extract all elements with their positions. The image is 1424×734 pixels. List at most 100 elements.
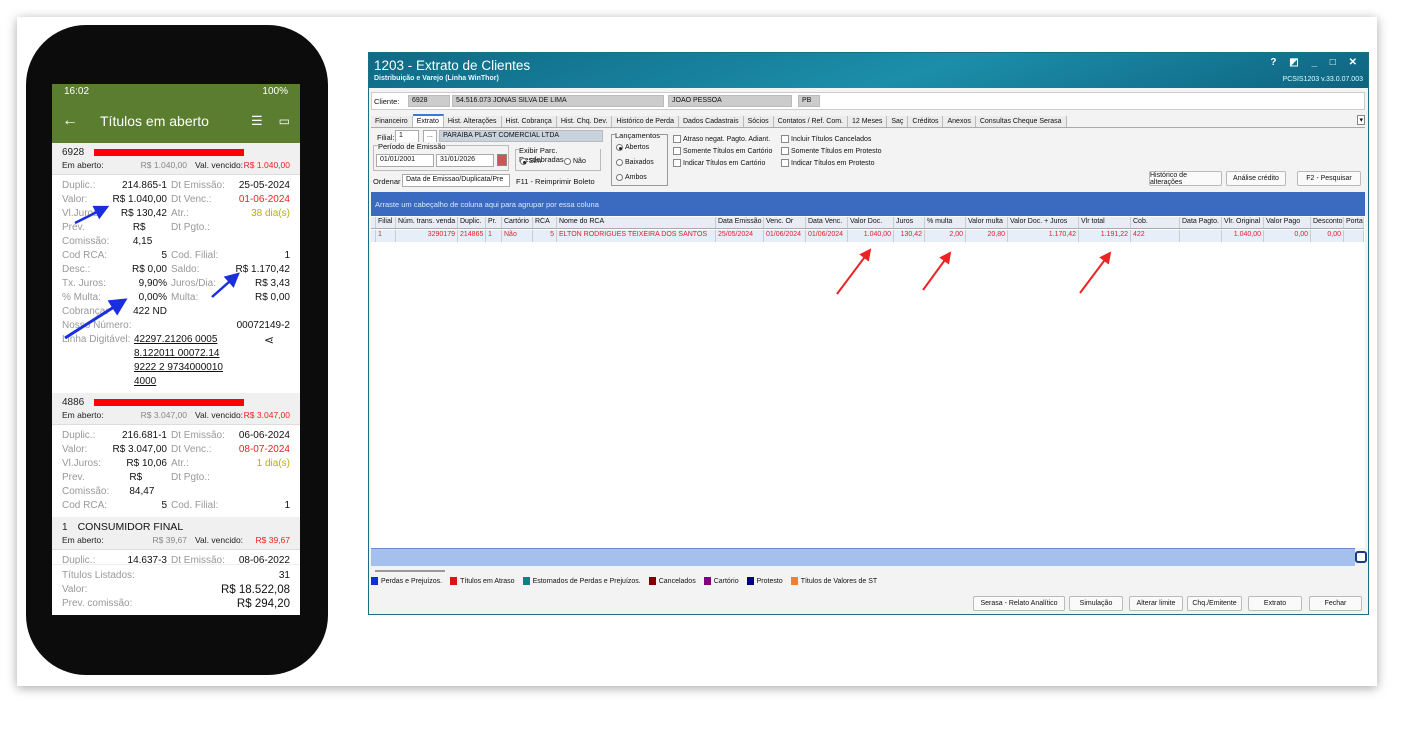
option-checkbox[interactable]: Atraso negat. Pagto. Adiant. — [673, 135, 770, 143]
window-controls[interactable]: ? ◩ _ □ ✕ — [1270, 57, 1362, 68]
periodo-label: Período de Emissão — [378, 142, 446, 151]
column-header[interactable]: Cob. — [1131, 217, 1180, 228]
option-checkbox[interactable]: Somente Títulos em Protesto — [781, 147, 882, 155]
grid-footer — [371, 548, 1355, 566]
group-totals: Em aberto: R$ 1.040,00 Val. vencido: R$ 1.0… — [62, 160, 290, 170]
field-value: 00072149-2 — [236, 320, 290, 331]
tab-13[interactable]: Consultas Cheque Serasa — [975, 116, 1067, 127]
top-button-0[interactable]: Histórico de alterações — [1149, 171, 1222, 186]
detail-right: Multa: R$ 0,00 — [167, 291, 290, 305]
checkbox-icon — [781, 147, 789, 155]
label-icon[interactable]: ▭ — [279, 114, 290, 128]
column-header[interactable]: Data Venc. — [806, 217, 848, 228]
data-grid[interactable]: Filial Núm. trans. venda Duplic. Pr. Cartóri… — [371, 216, 1365, 548]
option-checkbox[interactable]: Incluir Títulos Cancelados — [781, 135, 871, 143]
field-label: Nosso Número: — [62, 320, 132, 331]
bottom-button-1[interactable]: Simulação — [1069, 596, 1123, 611]
bottom-button-2[interactable]: Alterar limite — [1129, 596, 1183, 611]
calendar-icon[interactable] — [497, 154, 507, 166]
due-label: Val. vencido: — [195, 410, 244, 420]
column-header[interactable]: Valor Doc. + Juros — [1008, 217, 1079, 228]
client-uf: PB — [798, 95, 820, 107]
option-checkbox[interactable]: Indicar Títulos em Protesto — [781, 159, 875, 167]
bottom-button-5[interactable]: Fechar — [1309, 596, 1362, 611]
tab-overflow-dropdown[interactable]: ▾ — [1357, 115, 1365, 125]
tab-8[interactable]: Contatos / Ref. Com. — [773, 116, 848, 127]
option-checkbox[interactable]: Indicar Títulos em Cartório — [673, 159, 765, 167]
filial-name: PARAIBA PLAST COMERCIAL LTDA — [439, 130, 603, 142]
tab-9[interactable]: 12 Meses — [847, 116, 888, 127]
column-header[interactable]: Valor Doc. — [848, 217, 894, 228]
column-header[interactable]: Duplic. — [458, 217, 486, 228]
column-header[interactable]: Data Emissão — [716, 217, 764, 228]
bottom-button-4[interactable]: Extrato — [1248, 596, 1302, 611]
group-header[interactable]: 6928 Em aberto: R$ 1.040,00 Val. vencido: R$… — [52, 143, 300, 175]
bottom-button-0[interactable]: Serasa - Relato Analítico — [973, 596, 1065, 611]
group-header[interactable]: 4886 Em aberto: R$ 3.047,00 Val. vencido: R$… — [52, 393, 300, 425]
share-icon[interactable]: ⋖ — [264, 333, 274, 389]
column-header[interactable]: Núm. trans. venda — [396, 217, 458, 228]
column-header[interactable]: RCA — [533, 217, 557, 228]
option-checkbox[interactable]: Somente Títulos em Cartório — [673, 147, 772, 155]
tab-12[interactable]: Anexos — [943, 116, 976, 127]
group-header[interactable]: 1 CONSUMIDOR FINAL Em aberto: R$ 39,67 Val. … — [52, 517, 300, 550]
exibir-nao-radio[interactable]: Não — [564, 158, 586, 165]
detail-row: Desc.: R$ 0,00 Saldo: R$ 1.170,42 — [62, 263, 290, 277]
column-header[interactable]: Valor multa — [966, 217, 1008, 228]
tab-7[interactable]: Sócios — [743, 116, 774, 127]
titles-list[interactable]: 6928 Em aberto: R$ 1.040,00 Val. vencido: R$… — [52, 143, 300, 572]
legend-item: Cartório — [703, 577, 739, 585]
table-row[interactable]: 1 3290179 214865 1 Não 5 ELTON RODRIGUES TEIXE… — [371, 230, 1364, 242]
column-header[interactable]: Filial — [376, 217, 396, 228]
detail-left: % Multa: 0,00% — [62, 291, 167, 305]
column-header[interactable]: Vlr. Original — [1222, 217, 1264, 228]
back-arrow-icon[interactable]: ← — [62, 112, 78, 130]
field-label: Valor: — [62, 444, 88, 455]
lancamento-radio[interactable]: Abertos — [616, 144, 649, 151]
column-header[interactable]: Venc. Or — [764, 217, 806, 228]
column-header[interactable]: Vlr total — [1079, 217, 1131, 228]
column-header[interactable]: Data Pagto. — [1180, 217, 1222, 228]
grid-toggle-icon[interactable] — [1355, 551, 1367, 563]
tab-2[interactable]: Hist. Alterações — [443, 116, 502, 127]
tab-0[interactable]: Financeiro — [371, 116, 413, 127]
detail-left: Cod RCA: 5 — [62, 249, 167, 263]
tab-10[interactable]: Saç — [887, 116, 909, 127]
column-header[interactable]: % multa — [925, 217, 966, 228]
date-from-input[interactable]: 01/01/2001 — [376, 154, 434, 167]
column-header[interactable]: Desconto — [1311, 217, 1344, 228]
lancamento-radio[interactable]: Ambos — [616, 174, 647, 181]
checkbox-label: Incluir Títulos Cancelados — [791, 135, 872, 143]
column-header[interactable]: Juros — [894, 217, 925, 228]
column-header[interactable]: Pr. — [486, 217, 502, 228]
title-card[interactable]: Duplic.: 216.681-1 Dt Emissão: 06-06-2024 Va… — [52, 425, 300, 517]
exibir-sim-radio[interactable]: Sim — [520, 158, 541, 165]
column-header[interactable]: Porta — [1344, 217, 1364, 228]
column-header[interactable]: Nome do RCA — [557, 217, 716, 228]
legend-swatch — [648, 577, 656, 585]
tab-3[interactable]: Hist. Cobrança — [501, 116, 557, 127]
horizontal-scrollbar[interactable] — [375, 570, 445, 572]
bottom-button-3[interactable]: Chq./Emitente — [1187, 596, 1242, 611]
tab-11[interactable]: Créditos — [908, 116, 944, 127]
linha-digitavel-value[interactable]: 42297.21206 00058.122011 00072.149222 2 … — [134, 333, 224, 389]
ordenar-select[interactable]: Data de Emissao/Duplicata/Pre — [402, 174, 510, 187]
title-bar: 1203 - Extrato de Clientes Distribuição … — [369, 53, 1368, 88]
tab-5[interactable]: Histórico de Perda — [612, 116, 679, 127]
group-by-area[interactable]: Arraste um cabeçalho de coluna aqui para… — [371, 192, 1365, 216]
client-code[interactable]: 6928 — [408, 95, 450, 107]
field-label: Duplic.: — [62, 180, 96, 191]
title-card[interactable]: Duplic.: 214.865-1 Dt Emissão: 25-05-2024 Va… — [52, 175, 300, 393]
tab-1[interactable]: Extrato — [412, 114, 444, 127]
lancamento-radio[interactable]: Baixados — [616, 159, 654, 166]
tab-4[interactable]: Hist. Chq. Dev. — [556, 116, 613, 127]
tab-6[interactable]: Dados Cadastrais — [678, 116, 744, 127]
column-header[interactable]: Cartório — [502, 217, 533, 228]
detail-right: Cod. Filial: 1 — [167, 249, 290, 263]
top-button-2[interactable]: F2 - Pesquisar — [1297, 171, 1361, 186]
top-button-1[interactable]: Análise crédito — [1226, 171, 1286, 186]
date-to-input[interactable]: 31/01/2026 — [436, 154, 494, 167]
field-value: 214.865-1 — [121, 180, 167, 191]
filter-icon[interactable]: ☰ — [251, 113, 263, 129]
column-header[interactable]: Valor Pago — [1264, 217, 1311, 228]
